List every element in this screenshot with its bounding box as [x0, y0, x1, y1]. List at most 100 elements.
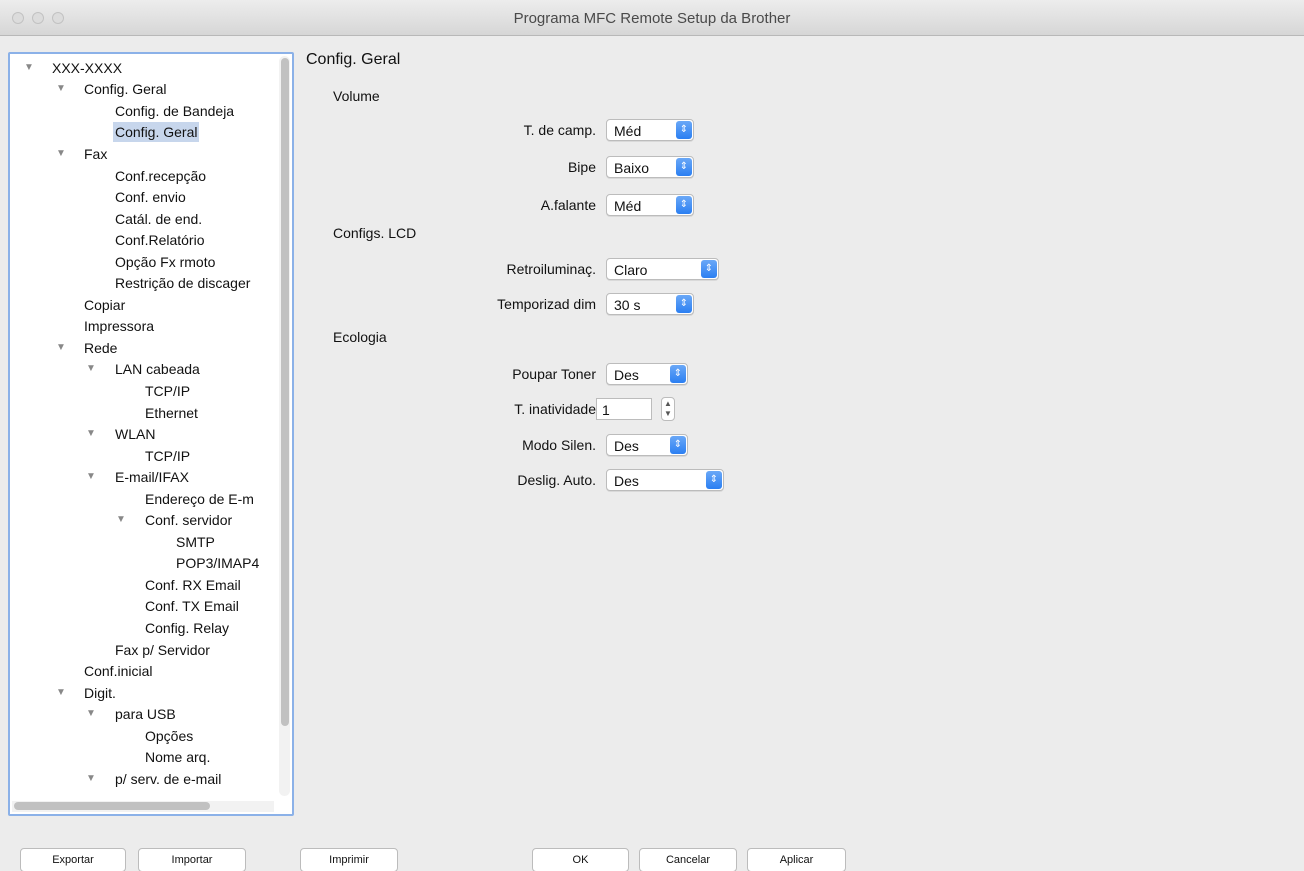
chevron-down-icon[interactable]: ▼ [664, 409, 672, 418]
tree-item-label: Conf.inicial [84, 663, 153, 679]
backlight-value: Claro [614, 262, 648, 278]
tree-item-label: Endereço de E-m [145, 491, 254, 507]
tree-item-label: Conf. RX Email [145, 577, 241, 593]
tree-item-label: Nome arq. [145, 749, 211, 765]
disclosure-triangle-icon[interactable]: ▼ [22, 58, 36, 78]
tree-item-label: Conf. servidor [145, 512, 233, 528]
tree-item-label: Fax [84, 146, 108, 162]
cancel-button[interactable]: Cancelar [639, 848, 737, 871]
tree-item-label: E-mail/IFAX [115, 469, 189, 485]
quiet-mode-value: Des [614, 438, 639, 454]
chevron-updown-icon: ⇕ [676, 196, 692, 214]
window-title: Programa MFC Remote Setup da Brother [513, 10, 791, 27]
tree-item-label: Conf.recepção [115, 168, 207, 184]
tree-item-label: Rede [84, 340, 118, 356]
sleep-time-label: T. inatividade [514, 401, 596, 417]
auto-off-value: Des [614, 473, 639, 489]
tree-vertical-scroll-thumb[interactable] [281, 58, 289, 726]
auto-off-label: Deslig. Auto. [517, 472, 596, 488]
beep-volume-value: Baixo [614, 160, 650, 176]
tree-item-label: Config. de Bandeja [115, 103, 235, 119]
toner-save-label: Poupar Toner [512, 366, 596, 382]
tree-item-label: Restrição de discager [115, 275, 251, 291]
disclosure-triangle-icon[interactable]: ▼ [84, 424, 98, 444]
title-bar: Programa MFC Remote Setup da Brother [0, 0, 1304, 36]
tree-item-label: POP3/IMAP4 [176, 555, 260, 571]
toner-save-select[interactable]: Des ⇕ [606, 363, 688, 385]
tree-horizontal-scroll-thumb[interactable] [14, 802, 210, 810]
tree-item-label: Config. Geral [84, 81, 167, 97]
main-window: ▼ XXX-XXXX ▼ Config. Geral Config. de Band… [0, 37, 1304, 871]
dim-timer-value: 30 s [614, 297, 641, 313]
dim-timer-select[interactable]: 30 s ⇕ [606, 293, 694, 315]
beep-volume-label: Bipe [567, 159, 596, 175]
sleep-time-input[interactable]: 1 [596, 398, 652, 420]
tree-item-label: Fax p/ Servidor [115, 642, 210, 658]
beep-volume-select[interactable]: Baixo ⇕ [606, 156, 694, 178]
tree-item-label: p/ serv. de e-mail [115, 771, 222, 787]
sleep-time-value: 1 [602, 402, 610, 418]
export-button[interactable]: Exportar [20, 848, 126, 871]
disclosure-triangle-icon[interactable]: ▼ [114, 510, 128, 530]
disclosure-triangle-icon[interactable]: ▼ [84, 467, 98, 487]
chevron-updown-icon: ⇕ [701, 260, 717, 278]
settings-tree-list: ▼ XXX-XXXX ▼ Config. Geral Config. de Band… [10, 54, 276, 798]
tree-item-label: Copiar [84, 297, 126, 313]
disclosure-triangle-icon[interactable]: ▼ [54, 338, 68, 358]
dim-timer-label: Temporizad dim [497, 296, 596, 312]
ring-volume-value: Méd [614, 123, 642, 139]
tree-item-label: Impressora [84, 318, 155, 334]
backlight-select[interactable]: Claro ⇕ [606, 258, 719, 280]
speaker-volume-value: Méd [614, 198, 642, 214]
chevron-updown-icon: ⇕ [706, 471, 722, 489]
ring-volume-select[interactable]: Méd ⇕ [606, 119, 694, 141]
quiet-mode-select[interactable]: Des ⇕ [606, 434, 688, 456]
tree-item-label: TCP/IP [145, 448, 191, 464]
chevron-updown-icon: ⇕ [676, 158, 692, 176]
disclosure-triangle-icon[interactable]: ▼ [84, 704, 98, 724]
speaker-volume-select[interactable]: Méd ⇕ [606, 194, 694, 216]
chevron-updown-icon: ⇕ [670, 436, 686, 454]
disclosure-triangle-icon[interactable]: ▼ [54, 144, 68, 164]
quiet-mode-label: Modo Silen. [522, 437, 596, 453]
chevron-updown-icon: ⇕ [676, 295, 692, 313]
tree-item-label: XXX-XXXX [52, 60, 123, 76]
tree-item-label: Config. Geral [113, 122, 200, 142]
disclosure-triangle-icon[interactable]: ▼ [54, 683, 68, 703]
tree-item-label: Conf.Relatório [115, 232, 205, 248]
tree-item-label: para USB [115, 706, 176, 722]
tree-item-label: Conf. TX Email [145, 598, 239, 614]
settings-tree: ▼ XXX-XXXX ▼ Config. Geral Config. de Band… [8, 52, 294, 816]
tree-item-label: Catál. de end. [115, 211, 203, 227]
volume-heading: Volume [333, 88, 380, 104]
disclosure-triangle-icon[interactable]: ▼ [84, 359, 98, 379]
ok-button[interactable]: OK [532, 848, 629, 871]
tree-item-label: Opções [145, 728, 194, 744]
tree-item-label: Ethernet [145, 405, 198, 421]
import-button[interactable]: Importar [138, 848, 246, 871]
tree-item-label: SMTP [176, 534, 215, 550]
print-button[interactable]: Imprimir [300, 848, 398, 871]
chevron-up-icon[interactable]: ▲ [664, 399, 672, 408]
tree-item-label: WLAN [115, 426, 156, 442]
ring-volume-label: T. de camp. [523, 122, 596, 138]
tree-item-label: LAN cabeada [115, 361, 200, 377]
backlight-label: Retroiluminaç. [506, 261, 596, 277]
panel-title: Config. Geral [306, 51, 401, 68]
tree-item-label: TCP/IP [145, 383, 191, 399]
chevron-updown-icon: ⇕ [670, 365, 686, 383]
tree-item-label: Conf. envio [115, 189, 186, 205]
tree-item-label: Digit. [84, 685, 116, 701]
toner-save-value: Des [614, 367, 639, 383]
lcd-heading: Configs. LCD [333, 225, 417, 241]
auto-off-select[interactable]: Des ⇕ [606, 469, 724, 491]
disclosure-triangle-icon[interactable]: ▼ [54, 79, 68, 99]
tree-item-label: Opção Fx rmoto [115, 254, 216, 270]
disclosure-triangle-icon[interactable]: ▼ [84, 769, 98, 789]
ecology-heading: Ecologia [333, 329, 387, 345]
sleep-time-stepper[interactable]: ▲ ▼ [661, 397, 675, 421]
speaker-volume-label: A.falante [540, 197, 596, 213]
chevron-updown-icon: ⇕ [676, 121, 692, 139]
apply-button[interactable]: Aplicar [747, 848, 846, 871]
tree-item-label: Config. Relay [145, 620, 230, 636]
